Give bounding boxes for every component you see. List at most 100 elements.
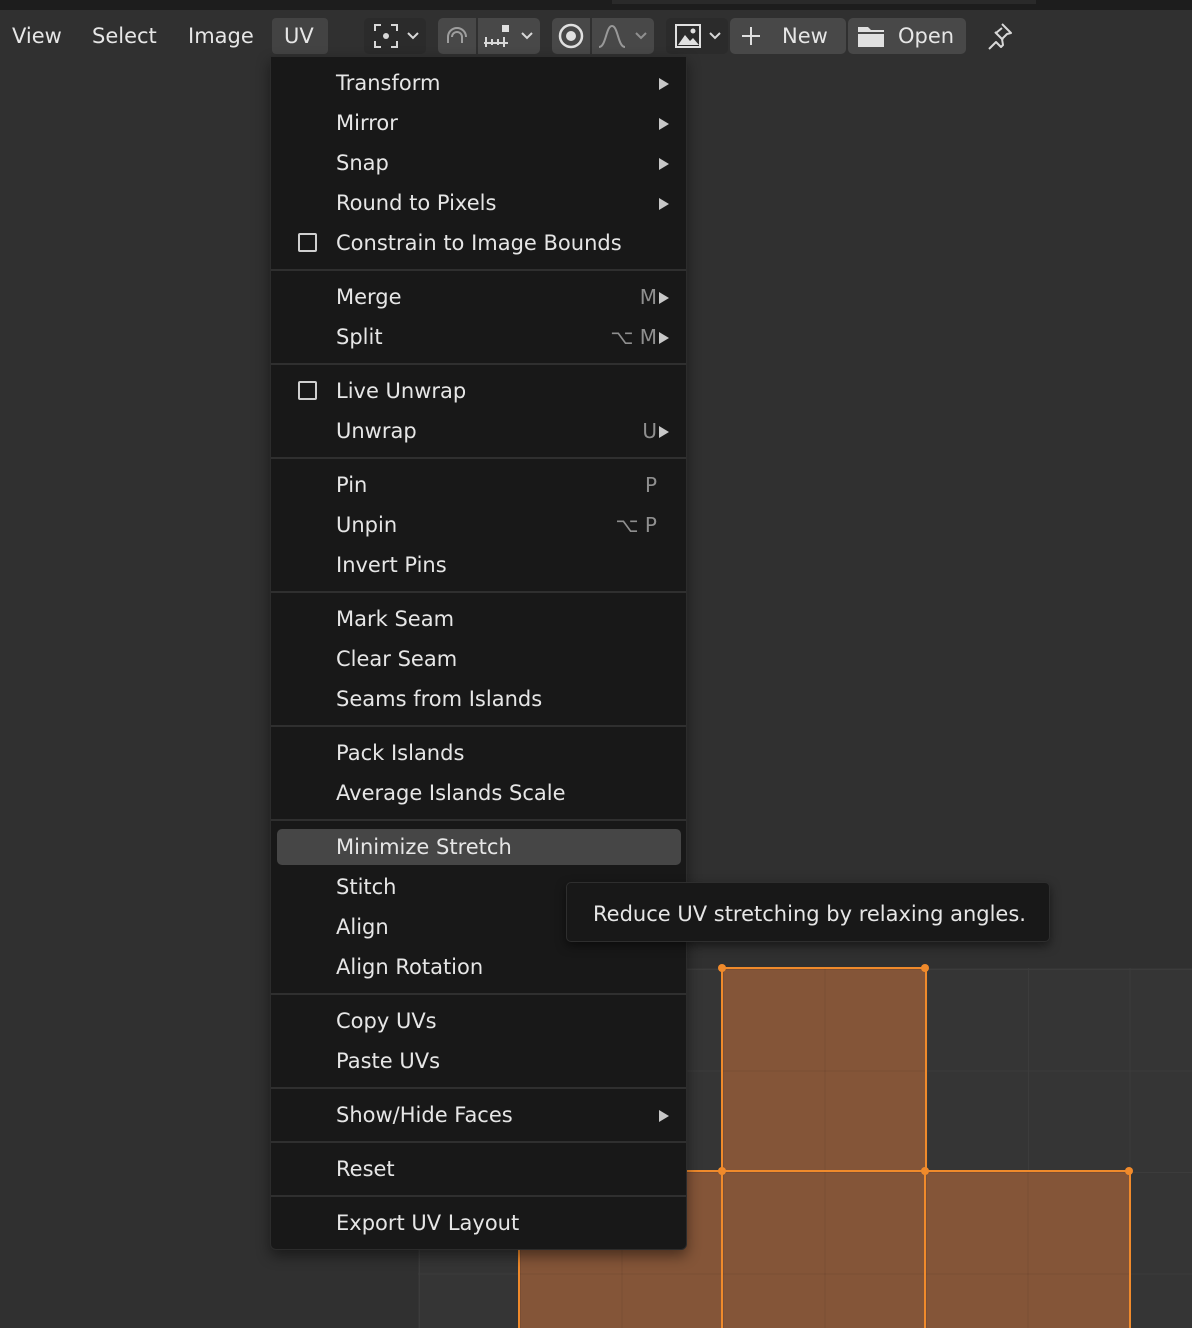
menu-item-label: Seams from Islands xyxy=(336,687,543,711)
menu-image[interactable]: Image xyxy=(176,18,266,54)
menu-item-label: Average Islands Scale xyxy=(336,781,566,805)
window-top-strip xyxy=(0,0,1192,10)
menu-item-seams-from-islands[interactable]: Seams from Islands xyxy=(277,681,681,717)
uv-vertex[interactable] xyxy=(921,1167,929,1175)
menu-item-label: Unwrap xyxy=(336,419,417,443)
menu-item-clear-seam[interactable]: Clear Seam xyxy=(277,641,681,677)
chevron-down-icon xyxy=(706,18,724,54)
menu-item-merge[interactable]: Merge M xyxy=(277,279,681,315)
menu-item-reset[interactable]: Reset xyxy=(277,1151,681,1187)
menu-item-label: Invert Pins xyxy=(336,553,447,577)
submenu-arrow-icon xyxy=(659,198,669,210)
menu-separator xyxy=(271,819,686,821)
menu-item-label: Align xyxy=(336,915,389,939)
menu-separator xyxy=(271,457,686,459)
uv-vertex[interactable] xyxy=(921,964,929,972)
menu-item-live-unwrap[interactable]: Live Unwrap xyxy=(277,373,681,409)
menu-item-shortcut: ⌥ M xyxy=(610,325,657,349)
menu-item-mark-seam[interactable]: Mark Seam xyxy=(277,601,681,637)
menu-item-label: Pin xyxy=(336,473,368,497)
falloff-curve-icon[interactable] xyxy=(594,18,630,54)
tooltip-text: Reduce UV stretching by relaxing angles. xyxy=(593,902,1026,926)
uv-vertex[interactable] xyxy=(718,964,726,972)
menu-item-align-rotation[interactable]: Align Rotation xyxy=(277,949,681,985)
menu-item-label: Show/Hide Faces xyxy=(336,1103,513,1127)
open-image-button[interactable]: Open xyxy=(848,18,966,54)
submenu-arrow-icon xyxy=(659,158,669,170)
menu-item-constrain-to-image-bounds[interactable]: Constrain to Image Bounds xyxy=(277,225,681,261)
menu-item-shortcut: P xyxy=(644,473,657,497)
menu-separator xyxy=(271,269,686,271)
menu-item-paste-uvs[interactable]: Paste UVs xyxy=(277,1043,681,1079)
menu-item-invert-pins[interactable]: Invert Pins xyxy=(277,547,681,583)
new-label: New xyxy=(782,24,828,48)
menu-item-shortcut: U xyxy=(642,419,657,443)
menu-item-label: Transform xyxy=(336,71,441,95)
pivot-point-dropdown[interactable] xyxy=(364,18,426,54)
menu-item-unwrap[interactable]: Unwrap U xyxy=(277,413,681,449)
checkbox-unchecked-icon[interactable] xyxy=(298,381,317,400)
plus-icon xyxy=(736,18,766,54)
menu-separator xyxy=(271,725,686,727)
menu-item-split[interactable]: Split ⌥ M xyxy=(277,319,681,355)
menu-item-label: Stitch xyxy=(336,875,397,899)
menu-item-unpin[interactable]: Unpin ⌥ P xyxy=(277,507,681,543)
menu-item-shortcut: M xyxy=(639,285,657,309)
image-icon xyxy=(672,18,704,54)
proportional-editing-icon[interactable] xyxy=(552,18,590,54)
new-image-button[interactable]: New xyxy=(730,18,846,54)
menu-item-label: Mirror xyxy=(336,111,398,135)
submenu-arrow-icon xyxy=(659,1110,669,1122)
menu-item-mirror[interactable]: Mirror xyxy=(277,105,681,141)
uv-face[interactable] xyxy=(721,1170,927,1328)
chevron-down-icon[interactable] xyxy=(632,18,650,54)
menu-item-copy-uvs[interactable]: Copy UVs xyxy=(277,1003,681,1039)
menu-item-label: Unpin xyxy=(336,513,398,537)
menu-item-pin[interactable]: Pin P xyxy=(277,467,681,503)
menu-view[interactable]: View xyxy=(0,18,74,54)
submenu-arrow-icon xyxy=(659,426,669,438)
submenu-arrow-icon xyxy=(659,78,669,90)
menu-uv[interactable]: UV xyxy=(272,18,328,54)
menu-separator xyxy=(271,591,686,593)
menu-item-export-uv-layout[interactable]: Export UV Layout xyxy=(277,1205,681,1241)
menu-item-average-islands-scale[interactable]: Average Islands Scale xyxy=(277,775,681,811)
snapping-group xyxy=(438,18,540,54)
menu-separator xyxy=(271,363,686,365)
browse-image-dropdown[interactable] xyxy=(666,18,728,54)
menu-item-label: Minimize Stretch xyxy=(336,835,512,859)
menu-separator xyxy=(271,1195,686,1197)
open-label: Open xyxy=(898,24,955,48)
menu-item-label: Mark Seam xyxy=(336,607,455,631)
menu-item-pack-islands[interactable]: Pack Islands xyxy=(277,735,681,771)
uv-vertex[interactable] xyxy=(1125,1167,1133,1175)
menu-item-label: Clear Seam xyxy=(336,647,458,671)
tooltip: Reduce UV stretching by relaxing angles. xyxy=(566,882,1050,942)
submenu-arrow-icon xyxy=(659,332,669,344)
checkbox-unchecked-icon[interactable] xyxy=(298,233,317,252)
pin-icon[interactable] xyxy=(980,18,1018,54)
snap-magnet-icon[interactable] xyxy=(440,18,474,54)
submenu-arrow-icon xyxy=(659,118,669,130)
menu-item-minimize-stretch[interactable]: Minimize Stretch xyxy=(277,829,681,865)
uv-face[interactable] xyxy=(924,1170,1131,1328)
menu-item-snap[interactable]: Snap xyxy=(277,145,681,181)
uv-menu-dropdown: Transform Mirror Snap Round to Pixels Co… xyxy=(270,56,687,1250)
menu-item-shortcut: ⌥ P xyxy=(615,513,657,537)
snap-increment-icon[interactable] xyxy=(478,18,516,54)
menu-item-round-to-pixels[interactable]: Round to Pixels xyxy=(277,185,681,221)
menu-item-label: Align Rotation xyxy=(336,955,484,979)
menu-separator xyxy=(271,1141,686,1143)
menu-item-show-hide-faces[interactable]: Show/Hide Faces xyxy=(277,1097,681,1133)
menu-select[interactable]: Select xyxy=(80,18,169,54)
separator xyxy=(590,18,592,54)
menu-item-transform[interactable]: Transform xyxy=(277,65,681,101)
menu-item-label: Merge xyxy=(336,285,402,309)
submenu-arrow-icon xyxy=(659,292,669,304)
uv-face[interactable] xyxy=(721,967,927,1173)
menu-item-label: Split xyxy=(336,325,383,349)
menu-separator xyxy=(271,1087,686,1089)
chevron-down-icon[interactable] xyxy=(518,18,536,54)
menu-item-label: Copy UVs xyxy=(336,1009,437,1033)
uv-vertex[interactable] xyxy=(718,1167,726,1175)
